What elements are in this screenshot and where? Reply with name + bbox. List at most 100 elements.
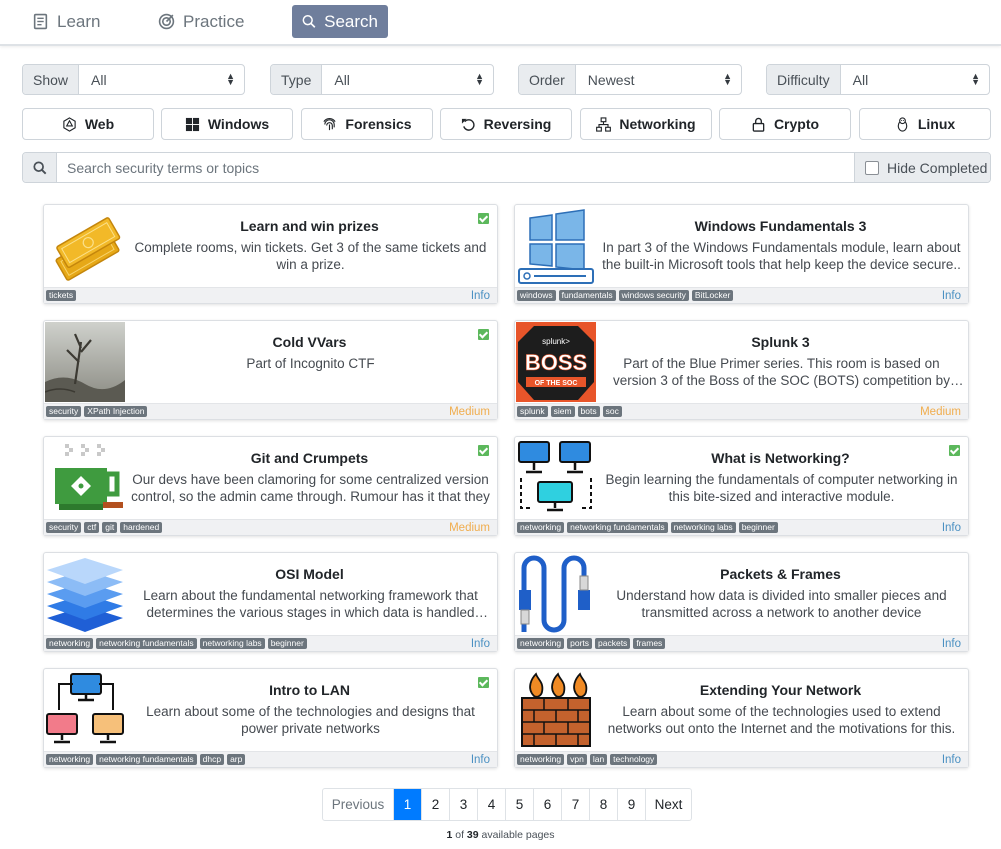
room-tag[interactable]: frames [633,638,666,649]
room-card[interactable]: OSI Model Learn about the fundamental ne… [43,552,498,652]
room-card[interactable]: Extending Your Network Learn about some … [514,668,969,768]
room-tag[interactable]: ports [567,638,593,649]
room-footer: security XPath Injection Medium [44,403,497,419]
search-bar: Hide Completed [22,152,991,183]
room-tag[interactable]: security [46,522,82,533]
page-button[interactable]: 2 [421,789,449,820]
room-difficulty: Medium [920,406,961,418]
room-card[interactable]: Learn and win prizes Complete rooms, win… [43,204,498,304]
select-caret-icon: ▲ ▼ [723,71,732,87]
page-button[interactable]: 7 [561,789,589,820]
room-tag[interactable]: fundamentals [558,290,616,301]
filter-select[interactable]: All ▲ ▼ [322,65,493,94]
room-tag[interactable]: beginner [267,638,307,649]
room-tag[interactable]: networking fundamentals [96,638,197,649]
room-tag[interactable]: ctf [84,522,100,533]
filter-select[interactable]: All ▲ ▼ [841,65,989,94]
layers-icon [47,558,123,632]
room-tag[interactable]: soc [602,406,622,417]
page-button[interactable]: 4 [477,789,505,820]
page-count-info: 1 of 39 available pages [0,829,1001,841]
room-tag[interactable]: XPath Injection [84,406,148,417]
room-tag[interactable]: technology [610,754,658,765]
room-description: Part of Incognito CTF [246,356,375,371]
page-button[interactable]: 3 [449,789,477,820]
room-tag[interactable]: networking fundamentals [567,522,668,533]
category-windows[interactable]: Windows [161,108,293,140]
room-thumbnail [45,554,125,634]
room-tag[interactable]: lan [589,754,608,765]
filter-show[interactable]: Show All ▲ ▼ [22,64,245,95]
room-difficulty: Medium [449,522,490,534]
page-button[interactable]: 6 [533,789,561,820]
room-card[interactable]: Git and Crumpets Our devs have been clam… [43,436,498,536]
room-card[interactable]: Cold VVars Part of Incognito CTF securit… [43,320,498,420]
nav-learn[interactable]: Learn [22,5,110,38]
category-reversing[interactable]: Reversing [440,108,572,140]
next-page-button[interactable]: Next [645,789,691,820]
room-description: Understand how data is divided into smal… [616,588,947,620]
page-button[interactable]: 8 [589,789,617,820]
nav-search[interactable]: Search [292,5,388,38]
room-tag[interactable]: networking [46,754,94,765]
room-tag[interactable]: networking [46,638,94,649]
page-button[interactable]: 5 [505,789,533,820]
category-networking[interactable]: Networking [580,108,712,140]
category-label: Networking [619,116,696,132]
room-tag[interactable]: networking [517,754,565,765]
room-tag[interactable]: tickets [46,290,77,301]
room-tag[interactable]: networking [517,638,565,649]
category-linux[interactable]: Linux [859,108,991,140]
room-tag[interactable]: hardened [120,522,163,533]
room-tag[interactable]: siem [550,406,575,417]
room-description: Learn about the fundamental networking f… [143,588,478,620]
filter-type[interactable]: Type All ▲ ▼ [270,64,494,95]
search-input[interactable] [57,153,854,182]
room-card[interactable]: Packets & Frames Understand how data is … [514,552,969,652]
room-tag[interactable]: networking fundamentals [96,754,197,765]
room-title: Windows Fundamentals 3 [694,218,867,234]
room-tag[interactable]: networking [517,522,565,533]
hide-completed-checkbox[interactable] [865,160,879,175]
room-tag[interactable]: splunk [517,406,548,417]
room-footer: tickets Info [44,287,497,303]
room-thumbnail [516,438,596,518]
hide-completed-toggle[interactable]: Hide Completed [854,153,990,182]
previous-page-button[interactable]: Previous [323,789,393,820]
filter-select[interactable]: Newest ▲ ▼ [576,65,741,94]
filter-label: Show [23,65,80,94]
select-caret-icon: ▲ ▼ [971,71,980,87]
room-tag[interactable]: BitLocker [691,290,734,301]
page-button[interactable]: 9 [617,789,645,820]
room-tag[interactable]: bots [577,406,600,417]
room-tag[interactable]: security [46,406,82,417]
room-difficulty: Info [470,290,490,302]
room-tag[interactable]: networking labs [670,522,736,533]
search-icon [302,15,316,28]
filter-order[interactable]: Order Newest ▲ ▼ [518,64,742,95]
page-button[interactable]: 1 [393,789,421,820]
undo-icon [461,118,475,131]
room-difficulty: Info [941,290,961,302]
category-forensics[interactable]: Forensics [301,108,433,140]
room-tag[interactable]: arp [227,754,246,765]
room-tag[interactable]: windows security [618,290,689,301]
category-crypto[interactable]: Crypto [719,108,851,140]
room-card[interactable]: What is Networking? Begin learning the f… [514,436,969,536]
room-tag[interactable]: vpn [567,754,587,765]
room-tag[interactable]: dhcp [199,754,225,765]
room-card[interactable]: splunk> BOSS OF THE SOC Splunk 3 Part of… [514,320,969,420]
room-card[interactable]: Windows Fundamentals 3 In part 3 of the … [514,204,969,304]
room-tag[interactable]: windows [517,290,556,301]
room-tag[interactable]: beginner [738,522,778,533]
filter-select[interactable]: All ▲ ▼ [79,65,244,94]
filter-value: All [852,71,869,88]
category-web[interactable]: Web [22,108,154,140]
nav-practice[interactable]: Practice [148,5,254,38]
room-tag[interactable]: networking labs [199,638,265,649]
room-card[interactable]: Intro to LAN Learn about some of the tec… [43,668,498,768]
room-tag[interactable]: git [102,522,118,533]
filter-difficulty[interactable]: Difficulty All ▲ ▼ [766,64,990,95]
room-title: Splunk 3 [751,334,810,350]
room-tag[interactable]: packets [595,638,631,649]
